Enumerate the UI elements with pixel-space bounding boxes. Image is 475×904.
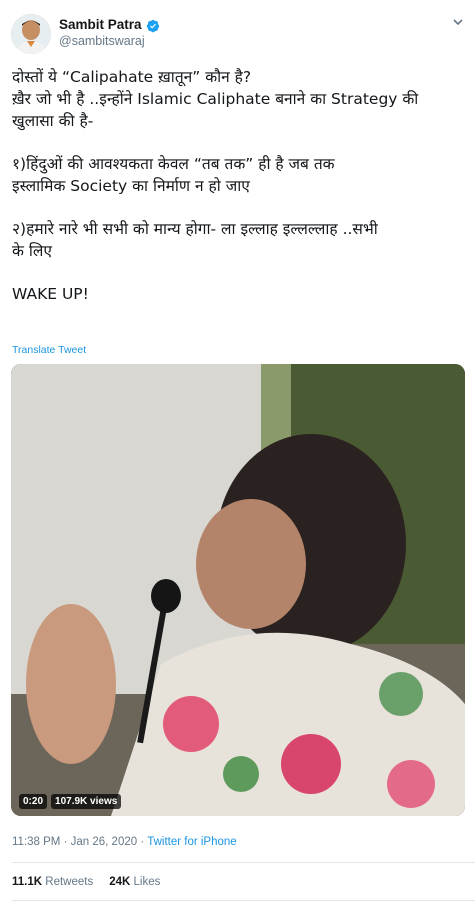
meta-separator: ·	[63, 836, 68, 848]
retweets-stat[interactable]: 11.1K Retweets	[12, 876, 93, 888]
tweet-line: खुलासा की है-	[12, 112, 94, 130]
tweet-text: दोस्तों ये “Calipahate ख़ातून” कौन है? ख…	[12, 66, 467, 305]
retweets-count: 11.1K	[12, 876, 43, 888]
author-name-row[interactable]: Sambit Patra	[59, 17, 160, 32]
chevron-down-icon[interactable]	[451, 14, 465, 28]
meta-separator: ·	[140, 836, 145, 848]
divider	[12, 900, 475, 901]
likes-stat[interactable]: 24K Likes	[109, 876, 160, 888]
avatar[interactable]	[11, 14, 51, 54]
author-display-name[interactable]: Sambit Patra	[59, 17, 142, 32]
tweet-source[interactable]: Twitter for iPhone	[147, 836, 236, 848]
tweet-line: दोस्तों ये “Calipahate ख़ातून” कौन है?	[12, 68, 252, 86]
tweet-line: २)हमारे नारे भी सभी को मान्य होगा- ला इल…	[12, 220, 378, 238]
tweet-line: १)हिंदुओं की आवश्यकता केवल “तब तक” ही है…	[12, 155, 335, 173]
video-views: 107.9K views	[51, 794, 122, 809]
tweet-card: Sambit Patra @sambitswaraj दोस्तों ये “C…	[0, 0, 475, 904]
tweet-time[interactable]: 11:38 PM	[12, 836, 60, 848]
retweets-label: Retweets	[45, 876, 94, 888]
video-overlay: 0:20 107.9K views	[19, 794, 122, 809]
tweet-date[interactable]: Jan 26, 2020	[71, 836, 138, 848]
tweet-line: ख़ैर जो भी है ..इन्होंने Islamic Calipha…	[12, 90, 419, 108]
tweet-line: WAKE UP!	[12, 285, 89, 303]
verified-badge-icon	[146, 18, 160, 32]
tweet-line: इस्लामिक Society का निर्माण न हो जाए	[12, 177, 250, 195]
divider	[12, 862, 475, 863]
author-handle[interactable]: @sambitswaraj	[59, 34, 145, 48]
engagement-stats: 11.1K Retweets 24K Likes	[12, 876, 160, 888]
tweet-timestamp: 11:38 PM · Jan 26, 2020 · Twitter for iP…	[12, 836, 237, 848]
likes-count: 24K	[109, 876, 131, 888]
video-frame	[11, 364, 465, 816]
tweet-line: के लिए	[12, 242, 52, 260]
likes-label: Likes	[133, 876, 161, 888]
translate-tweet-link[interactable]: Translate Tweet	[12, 344, 86, 356]
video-duration: 0:20	[19, 794, 48, 809]
video-player[interactable]: 0:20 107.9K views	[11, 364, 465, 816]
